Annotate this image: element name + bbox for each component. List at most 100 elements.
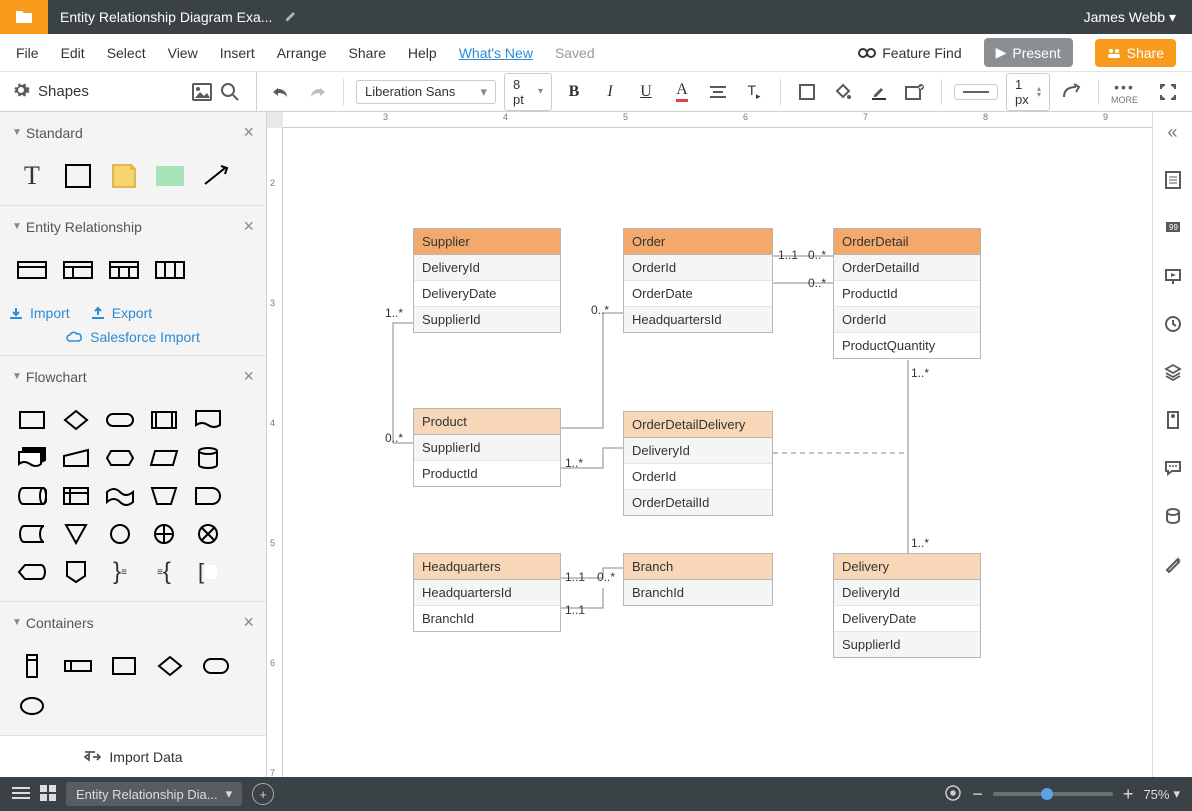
text-options-icon[interactable]: T▸ <box>740 78 768 106</box>
presentation-icon[interactable] <box>1159 262 1187 290</box>
shape-text[interactable]: T <box>14 161 50 191</box>
history-icon[interactable] <box>1159 310 1187 338</box>
text-color-icon[interactable]: A <box>668 78 696 106</box>
fc-data[interactable] <box>146 443 182 473</box>
folder-icon[interactable] <box>0 0 48 34</box>
container-5[interactable] <box>198 651 234 681</box>
zoom-out-icon[interactable]: − <box>972 784 983 805</box>
entity-delivery[interactable]: Delivery DeliveryId DeliveryDate Supplie… <box>833 553 981 658</box>
fullscreen-icon[interactable] <box>1154 78 1182 106</box>
undo-icon[interactable] <box>267 78 295 106</box>
salesforce-import-link[interactable]: Salesforce Import <box>0 327 266 355</box>
fc-internal[interactable] <box>58 481 94 511</box>
bold-icon[interactable]: B <box>560 78 588 106</box>
chat-icon[interactable] <box>1159 454 1187 482</box>
fc-decision[interactable] <box>58 405 94 435</box>
fc-preparation[interactable] <box>102 443 138 473</box>
zoom-level[interactable]: 75% ▾ <box>1143 786 1180 802</box>
line-style-select[interactable] <box>954 84 998 100</box>
fc-multidoc[interactable] <box>14 443 50 473</box>
menu-edit[interactable]: Edit <box>61 45 85 61</box>
font-size-select[interactable]: 8 pt▾ <box>504 73 552 111</box>
page-tab[interactable]: Entity Relationship Dia...▾ <box>66 782 242 806</box>
fc-stored-data[interactable] <box>14 519 50 549</box>
shape-er-3[interactable] <box>106 255 142 285</box>
close-icon[interactable]: × <box>243 216 254 237</box>
grid-view-icon[interactable] <box>40 785 56 804</box>
close-icon[interactable]: × <box>243 612 254 633</box>
section-flowchart-header[interactable]: ▼Flowchart× <box>0 356 266 397</box>
close-icon[interactable]: × <box>243 366 254 387</box>
fc-document[interactable] <box>190 405 226 435</box>
fc-database[interactable] <box>190 443 226 473</box>
shape-arrow[interactable] <box>198 161 234 191</box>
close-icon[interactable]: × <box>243 122 254 143</box>
entity-product[interactable]: Product SupplierId ProductId <box>413 408 561 487</box>
shape-outline-icon[interactable] <box>793 78 821 106</box>
search-icon[interactable] <box>216 78 244 106</box>
shape-er-4[interactable] <box>152 255 188 285</box>
shape-note[interactable] <box>106 161 142 191</box>
section-containers-header[interactable]: ▼Containers× <box>0 602 266 643</box>
collapse-right-icon[interactable]: « <box>1159 118 1187 146</box>
fill-icon[interactable] <box>829 78 857 106</box>
container-3[interactable] <box>106 651 142 681</box>
entity-supplier[interactable]: Supplier DeliveryId DeliveryDate Supplie… <box>413 228 561 333</box>
fc-bracket[interactable]: [ <box>190 557 226 587</box>
page-icon[interactable] <box>1159 166 1187 194</box>
menu-insert[interactable]: Insert <box>220 45 255 61</box>
magic-icon[interactable] <box>1159 550 1187 578</box>
canvas[interactable]: Supplier DeliveryId DeliveryDate Supplie… <box>283 128 1152 777</box>
fc-terminator[interactable] <box>102 405 138 435</box>
align-icon[interactable] <box>704 78 732 106</box>
line-arrow-icon[interactable] <box>1058 78 1086 106</box>
fc-process[interactable] <box>14 405 50 435</box>
fc-papertape[interactable] <box>102 481 138 511</box>
redo-icon[interactable] <box>303 78 331 106</box>
share-button[interactable]: Share <box>1095 39 1176 67</box>
import-data-button[interactable]: Import Data <box>0 735 266 777</box>
image-icon[interactable] <box>188 78 216 106</box>
feature-find[interactable]: Feature Find <box>858 45 961 61</box>
pencil-icon[interactable] <box>284 9 298 26</box>
container-6[interactable] <box>14 691 50 721</box>
fc-offpage[interactable] <box>58 557 94 587</box>
container-1[interactable] <box>14 651 50 681</box>
fc-brace-right[interactable]: }≡ <box>102 557 138 587</box>
entity-headquarters[interactable]: Headquarters HeadquartersId BranchId <box>413 553 561 632</box>
fc-direct-data[interactable] <box>14 481 50 511</box>
menu-file[interactable]: File <box>16 45 39 61</box>
shape-er-1[interactable] <box>14 255 50 285</box>
import-link[interactable]: Import <box>8 305 70 321</box>
menu-whats-new[interactable]: What's New <box>459 45 533 61</box>
fc-manual-op[interactable] <box>146 481 182 511</box>
more-button[interactable]: •••MORE <box>1111 79 1138 105</box>
entity-branch[interactable]: Branch BranchId <box>623 553 773 606</box>
fc-note[interactable]: ≡{ <box>146 557 182 587</box>
menu-help[interactable]: Help <box>408 45 437 61</box>
fc-delay[interactable] <box>190 481 226 511</box>
fc-sum[interactable] <box>190 519 226 549</box>
fc-merge[interactable] <box>58 519 94 549</box>
menu-share[interactable]: Share <box>349 45 386 61</box>
underline-icon[interactable]: U <box>632 78 660 106</box>
document-title[interactable]: Entity Relationship Diagram Exa... <box>48 9 284 25</box>
user-menu[interactable]: James Webb ▾ <box>1068 9 1192 26</box>
section-er-header[interactable]: ▼Entity Relationship× <box>0 206 266 247</box>
list-view-icon[interactable] <box>12 786 30 803</box>
italic-icon[interactable]: I <box>596 78 624 106</box>
present-button[interactable]: ▶ Present <box>984 38 1073 67</box>
zoom-slider[interactable] <box>993 792 1113 796</box>
line-width-select[interactable]: 1 px▴▾ <box>1006 73 1050 111</box>
fc-display[interactable] <box>14 557 50 587</box>
entity-odd[interactable]: OrderDetailDelivery DeliveryId OrderId O… <box>623 411 773 516</box>
shape-er-2[interactable] <box>60 255 96 285</box>
layers-icon[interactable] <box>1159 358 1187 386</box>
master-icon[interactable] <box>1159 406 1187 434</box>
entity-order-detail[interactable]: OrderDetail OrderDetailId ProductId Orde… <box>833 228 981 359</box>
entity-order[interactable]: Order OrderId OrderDate HeadquartersId <box>623 228 773 333</box>
font-family-select[interactable]: Liberation Sans▾ <box>356 80 496 104</box>
fc-connector[interactable] <box>102 519 138 549</box>
fc-manual-input[interactable] <box>58 443 94 473</box>
add-page-button[interactable]: + <box>252 783 274 805</box>
